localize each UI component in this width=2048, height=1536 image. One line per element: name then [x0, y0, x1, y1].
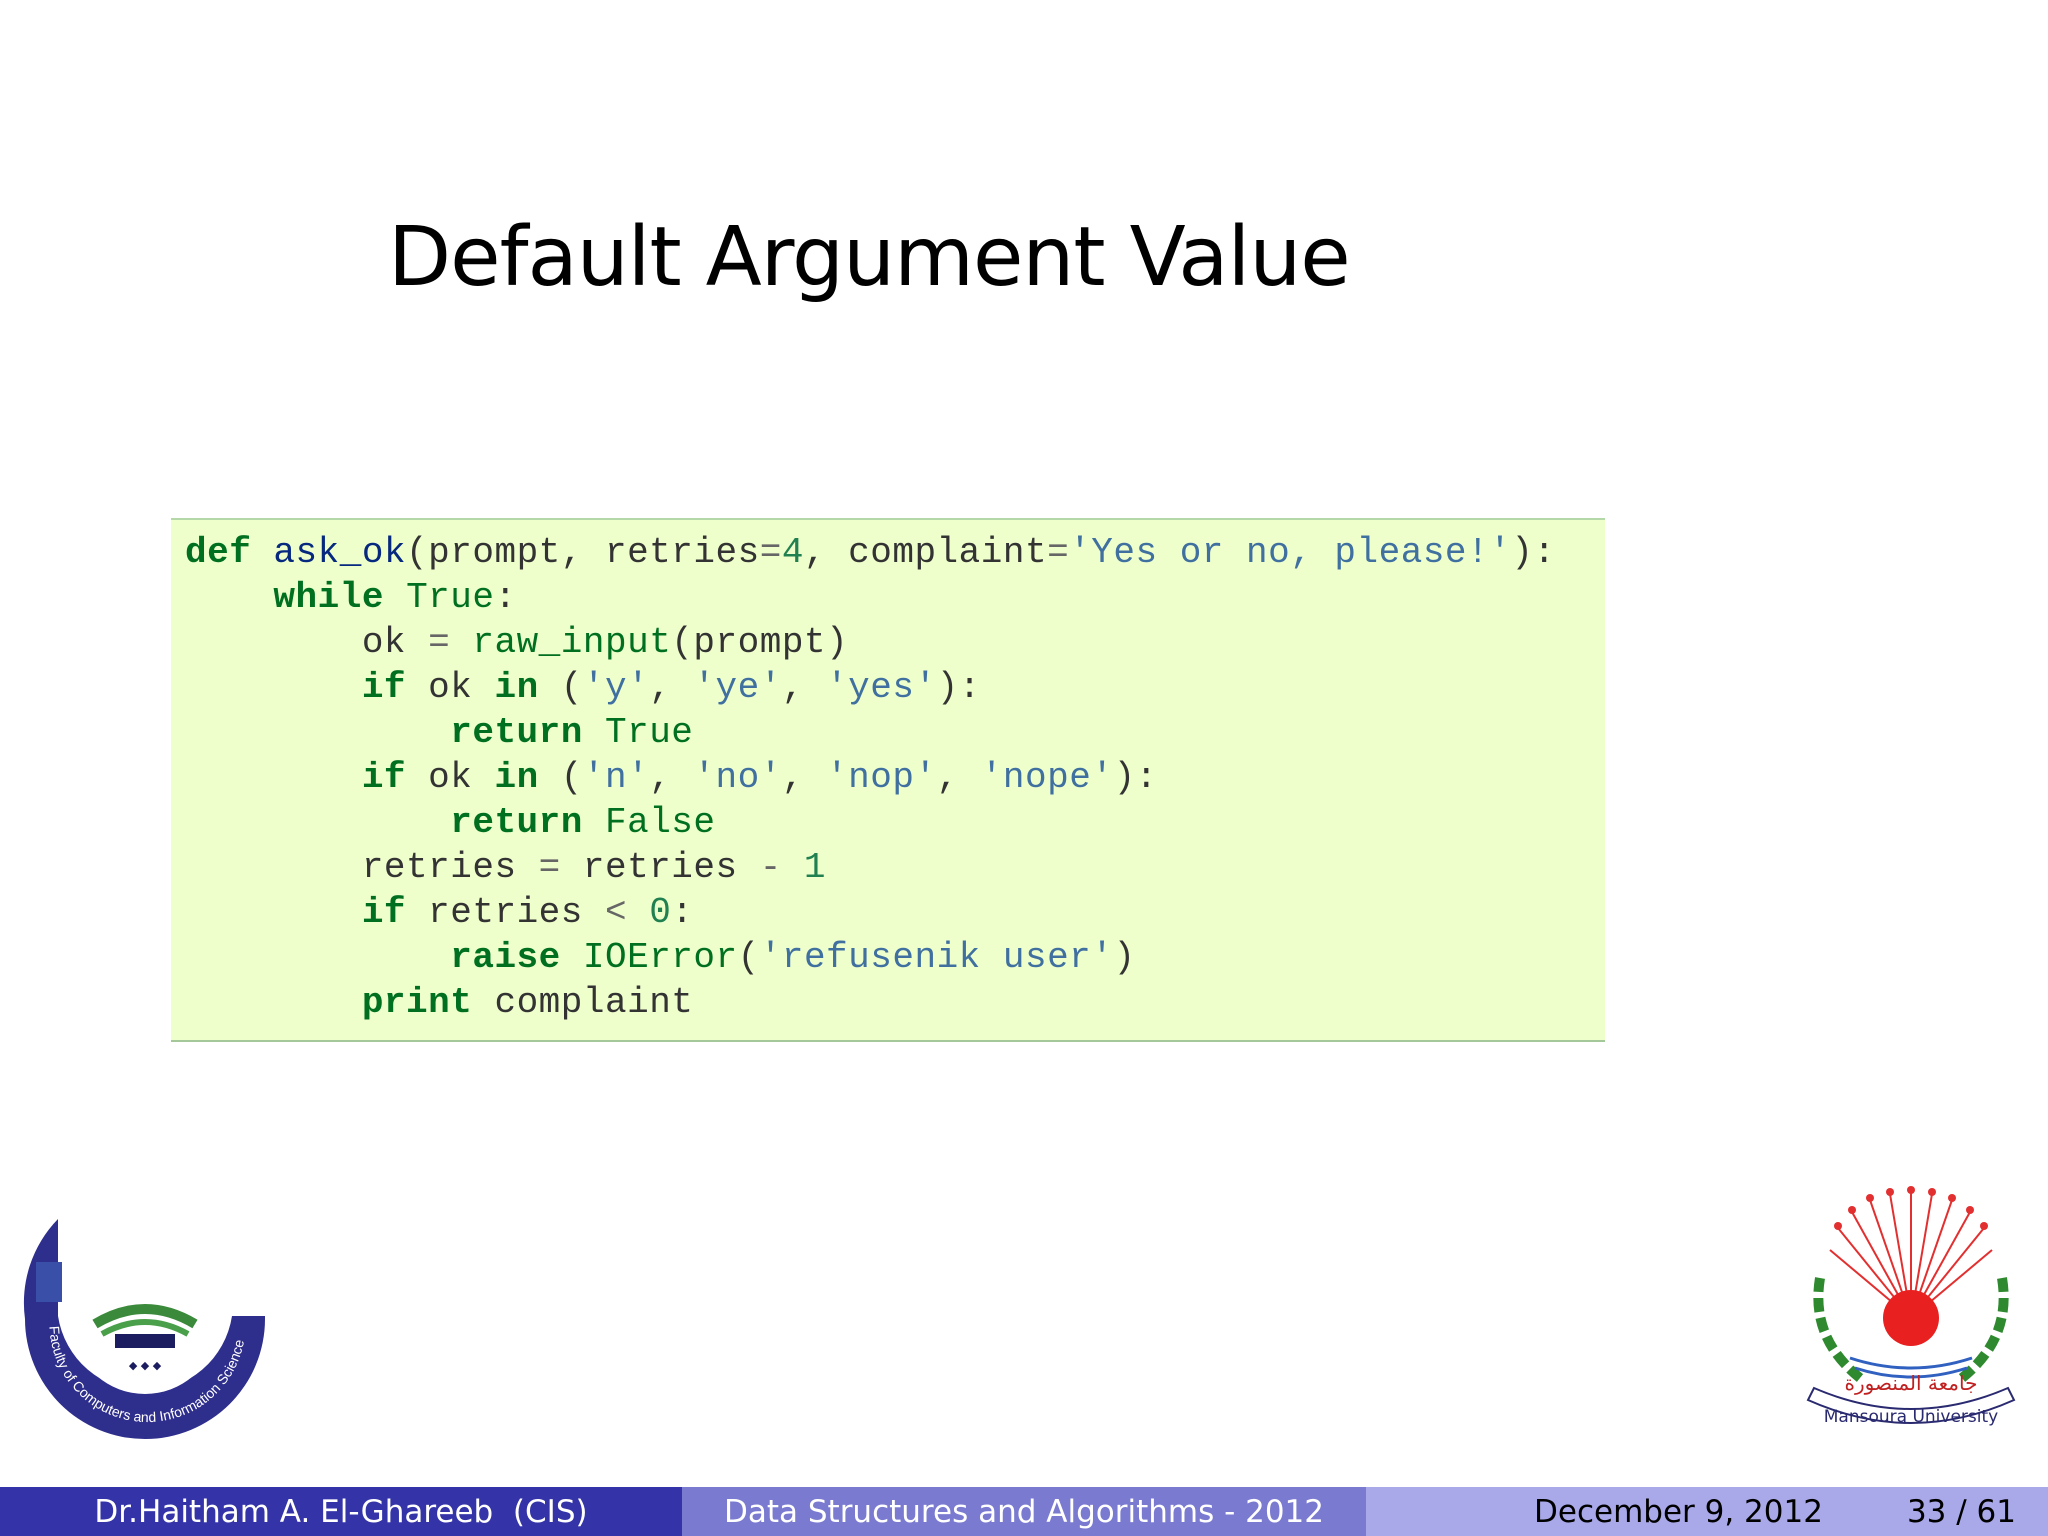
svg-text:جامعة المنصورة: جامعة المنصورة [1845, 1371, 1978, 1395]
code-line-11: print complaint [361, 982, 694, 1023]
code-listing: def ask_ok(prompt, retries=4, complaint=… [185, 530, 1605, 1025]
footer-date-page: December 9, 2012 33 / 61 [1366, 1487, 2048, 1536]
code-line-8: retries = retries - 1 [185, 847, 827, 888]
code-line-1: def ask_ok(prompt, retries=4, complaint=… [185, 532, 1556, 573]
footer-course: Data Structures and Algorithms - 2012 [682, 1487, 1366, 1536]
footer-author: Dr.Haitham A. El-Ghareeb (CIS) [0, 1487, 682, 1536]
svg-text:◆ ◆ ◆: ◆ ◆ ◆ [129, 1359, 162, 1372]
code-line-10: raise IOError('refusenik user') [450, 937, 1136, 978]
code-line-7: return False [450, 802, 716, 843]
university-logo: جامعة المنصورة Mansoura University [1806, 1186, 2016, 1427]
code-line-9: if retries < 0: [361, 892, 694, 933]
code-line-2: while True: [273, 577, 517, 618]
code-line-3: ok = raw_input(prompt) [185, 622, 849, 663]
footer-page-number: 33 / 61 [1906, 1493, 2016, 1530]
code-line-6: if ok in ('n', 'no', 'nop', 'nope'): [361, 757, 1158, 798]
footer-date: December 9, 2012 [1534, 1493, 1823, 1530]
code-line-4: if ok in ('y', 'ye', 'yes'): [361, 667, 981, 708]
slide-title: Default Argument Value [388, 210, 1351, 305]
faculty-logo: ◆ ◆ ◆ Faculty of Computers and Informati… [23, 1219, 265, 1439]
university-logo-text: Mansoura University [1824, 1407, 1998, 1427]
code-block: def ask_ok(prompt, retries=4, complaint=… [171, 518, 1605, 1042]
slide-footer: Dr.Haitham A. El-Ghareeb (CIS) Data Stru… [0, 1487, 2048, 1536]
code-line-5: return True [450, 712, 694, 753]
